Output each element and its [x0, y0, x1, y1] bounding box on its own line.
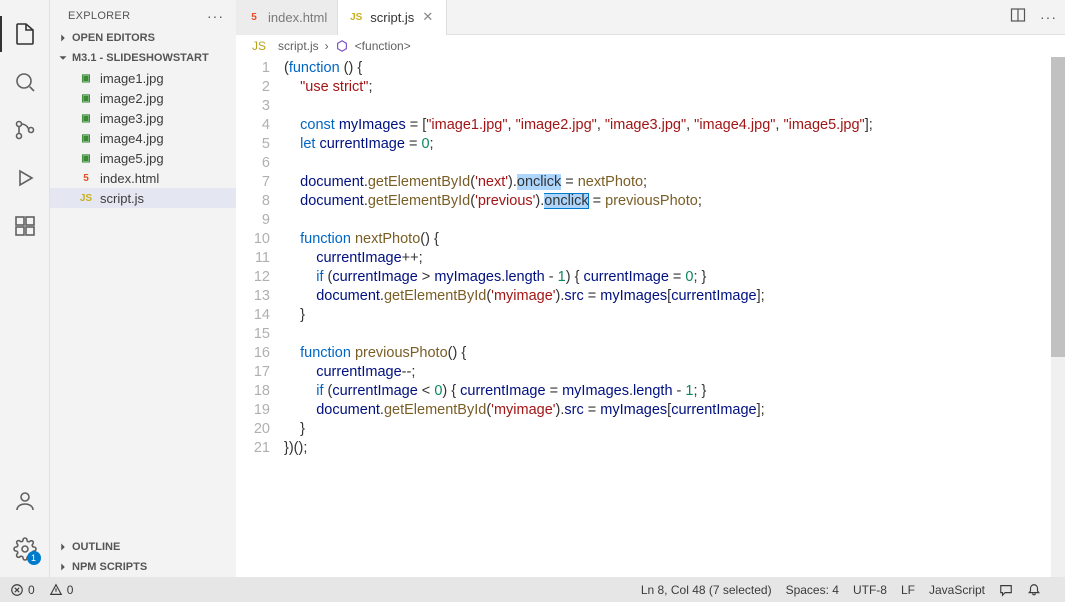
status-warnings[interactable]: 0	[49, 583, 74, 597]
tab-label: script.js	[370, 10, 414, 25]
file-item[interactable]: JS script.js	[50, 188, 236, 208]
sidebar-title: EXPLORER	[68, 10, 130, 22]
file-item[interactable]: 5 index.html	[50, 168, 236, 188]
file-tree: ▣ image1.jpg ▣ image2.jpg ▣ image3.jpg ▣ image4…	[50, 68, 236, 537]
file-name: image1.jpg	[100, 71, 164, 86]
editor-scrollbar[interactable]	[1051, 57, 1065, 577]
js-file-icon: JS	[252, 39, 266, 53]
symbol-method-icon	[335, 39, 349, 53]
status-eol[interactable]: LF	[901, 583, 915, 597]
split-editor-icon[interactable]	[1010, 7, 1026, 28]
line-number-gutter: 123456789101112131415161718192021	[236, 57, 284, 577]
file-name: script.js	[100, 191, 144, 206]
tab-bar: 5 index.html JS script.js ✕ ···	[236, 0, 1065, 35]
code-editor[interactable]: 123456789101112131415161718192021 (funct…	[236, 57, 1065, 577]
close-icon[interactable]: ✕	[422, 9, 436, 25]
settings-gear-icon[interactable]: 1	[11, 535, 39, 563]
file-item[interactable]: ▣ image4.jpg	[50, 128, 236, 148]
file-item[interactable]: ▣ image1.jpg	[50, 68, 236, 88]
chevron-down-icon	[56, 51, 70, 65]
activity-bar: 1	[0, 0, 50, 577]
html-file-icon: 5	[78, 170, 94, 186]
img-file-icon: ▣	[78, 130, 94, 146]
account-icon[interactable]	[11, 487, 39, 515]
section-project[interactable]: M3.1 - SLIDESHOWSTART	[50, 48, 236, 68]
img-file-icon: ▣	[78, 90, 94, 106]
editor-tab[interactable]: 5 index.html	[236, 0, 338, 35]
chevron-right-icon	[56, 31, 70, 45]
settings-badge: 1	[27, 551, 41, 565]
tab-label: index.html	[268, 10, 327, 25]
html-file-icon: 5	[246, 9, 262, 25]
status-spaces[interactable]: Spaces: 4	[786, 583, 839, 597]
status-bell-icon[interactable]	[1027, 583, 1041, 597]
file-name: image5.jpg	[100, 151, 164, 166]
section-npm-scripts[interactable]: NPM SCRIPTS	[50, 557, 236, 577]
chevron-right-icon	[56, 540, 70, 554]
file-item[interactable]: ▣ image3.jpg	[50, 108, 236, 128]
editor-area: 5index.htmlJSscript.js✕ ··· JS script.js…	[236, 0, 1065, 577]
code-content[interactable]: (function () { "use strict"; const myIma…	[284, 57, 1065, 577]
explorer-icon[interactable]	[11, 20, 39, 48]
sidebar-more-icon[interactable]: ···	[207, 8, 224, 24]
chevron-right-icon	[56, 560, 70, 574]
editor-tab[interactable]: JS script.js ✕	[338, 0, 447, 35]
file-name: index.html	[100, 171, 159, 186]
search-icon[interactable]	[11, 68, 39, 96]
file-item[interactable]: ▣ image5.jpg	[50, 148, 236, 168]
file-name: image4.jpg	[100, 131, 164, 146]
js-file-icon: JS	[78, 190, 94, 206]
js-file-icon: JS	[348, 9, 364, 25]
status-feedback-icon[interactable]	[999, 583, 1013, 597]
editor-more-icon[interactable]: ···	[1040, 9, 1057, 25]
status-bar: 0 0 Ln 8, Col 48 (7 selected) Spaces: 4 …	[0, 577, 1065, 602]
img-file-icon: ▣	[78, 150, 94, 166]
explorer-sidebar: EXPLORER ··· OPEN EDITORS M3.1 - SLIDESH…	[50, 0, 236, 577]
section-outline[interactable]: OUTLINE	[50, 537, 236, 557]
status-errors[interactable]: 0	[10, 583, 35, 597]
img-file-icon: ▣	[78, 70, 94, 86]
run-debug-icon[interactable]	[11, 164, 39, 192]
source-control-icon[interactable]	[11, 116, 39, 144]
file-item[interactable]: ▣ image2.jpg	[50, 88, 236, 108]
scrollbar-thumb[interactable]	[1051, 57, 1065, 357]
status-cursor[interactable]: Ln 8, Col 48 (7 selected)	[641, 583, 772, 597]
status-encoding[interactable]: UTF-8	[853, 583, 887, 597]
extensions-icon[interactable]	[11, 212, 39, 240]
file-name: image2.jpg	[100, 91, 164, 106]
img-file-icon: ▣	[78, 110, 94, 126]
section-open-editors[interactable]: OPEN EDITORS	[50, 28, 236, 48]
file-name: image3.jpg	[100, 111, 164, 126]
status-language[interactable]: JavaScript	[929, 583, 985, 597]
breadcrumb[interactable]: JS script.js › <function>	[236, 35, 1065, 57]
